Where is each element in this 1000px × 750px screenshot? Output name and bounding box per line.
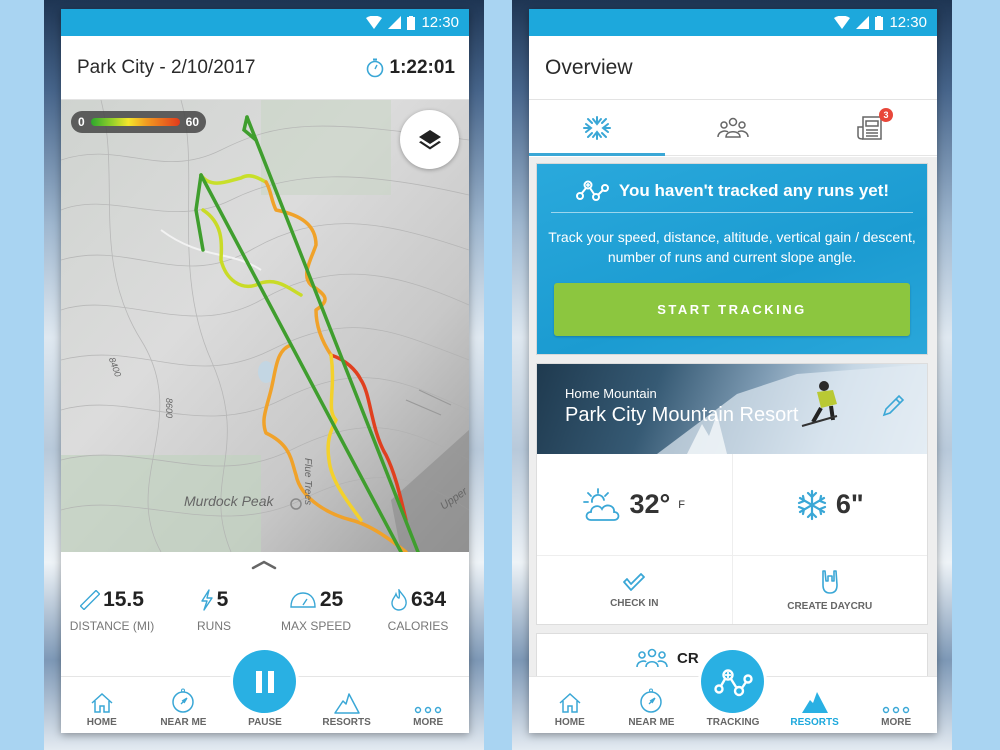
wifi-icon [366, 16, 383, 29]
signal-icon [856, 16, 870, 29]
tab-activity[interactable] [529, 100, 665, 156]
tracking-card-title: You haven't tracked any runs yet! [618, 181, 890, 200]
partly-sunny-icon [583, 487, 620, 521]
rock-hand-icon [821, 569, 838, 594]
stat-value: 25 [319, 588, 344, 611]
map-label-peak: Murdock Peak [184, 493, 274, 509]
home-mountain-name: Park City Mountain Resort [565, 404, 799, 426]
status-bar: 12:30 [529, 9, 937, 36]
overview-screen: 12:30 Overview 3 You haven't tracked any… [529, 9, 937, 733]
mountain-actions: CHECK IN CREATE DAYCRU [537, 556, 927, 624]
cru-card-label: CR [677, 649, 699, 667]
divider [551, 212, 913, 213]
temperature-value: 32° [629, 489, 671, 519]
tracking-card-description: Track your speed, distance, altitude, ve… [548, 229, 916, 265]
battery-icon [407, 15, 416, 30]
pause-button[interactable] [233, 650, 296, 713]
status-time: 12:30 [889, 14, 927, 31]
tracking-label: TRACKING [706, 717, 760, 728]
compass-icon [640, 688, 663, 713]
pencil-icon[interactable] [881, 394, 905, 418]
flame-icon [391, 589, 407, 611]
stat-value: 634 [410, 588, 447, 611]
pause-icon [255, 670, 274, 693]
stopwatch-icon [366, 58, 383, 77]
tab-friends[interactable] [665, 100, 801, 155]
snowfall: 6" [731, 454, 928, 555]
tracking-screen: 12:30 Park City - 2/10/2017 1:22:01 0 60… [61, 9, 469, 733]
group-icon [717, 117, 749, 138]
elapsed-time: 1:22:01 [389, 56, 456, 78]
wooded-area [261, 100, 391, 195]
weather-row: 32° F 6" [537, 454, 927, 556]
legend-gradient [90, 118, 180, 126]
map-label-contour: 8600 [164, 397, 175, 419]
home-mountain-label: Home Mountain [565, 386, 657, 401]
newspaper-icon [857, 115, 882, 140]
stat-label: CALORIES [387, 619, 449, 633]
compass-icon [172, 688, 195, 713]
run-map[interactable]: 0 60 Murdock Peak Flue Trees Upper 8400 … [61, 100, 469, 552]
stat-label: DISTANCE (MI) [69, 619, 155, 633]
stat-max-speed: 25 MAX SPEED [265, 588, 367, 633]
stat-calories: 634 CALORIES [367, 588, 469, 633]
wifi-icon [834, 16, 851, 29]
tracking-button[interactable] [701, 650, 764, 713]
map-label-trail: Flue Trees [302, 458, 313, 506]
home-icon [91, 692, 113, 713]
status-bar: 12:30 [61, 9, 469, 36]
page-title: Overview [545, 55, 633, 79]
stat-value: 15.5 [103, 588, 144, 611]
session-header: Park City - 2/10/2017 1:22:01 [61, 36, 469, 100]
tracking-icon [575, 180, 609, 201]
snowfall-value: 6" [835, 489, 864, 519]
snowflake-burst-icon [583, 115, 611, 140]
overview-tabs: 3 [529, 100, 937, 156]
chevron-up-icon[interactable] [251, 560, 277, 570]
tracking-card: You haven't tracked any runs yet! Track … [536, 163, 928, 355]
session-title: Park City - 2/10/2017 [77, 56, 256, 78]
home-icon [559, 692, 581, 713]
start-tracking-button[interactable]: START TRACKING [554, 283, 910, 336]
snowflake-icon [797, 489, 826, 520]
create-daycru-button[interactable]: CREATE DAYCRU [731, 556, 928, 624]
layers-icon [418, 129, 441, 149]
status-time: 12:30 [421, 14, 459, 31]
overview-content: You haven't tracked any runs yet! Track … [529, 157, 937, 683]
ruler-icon [80, 590, 101, 610]
session-timer: 1:22:01 [366, 56, 456, 79]
overview-header: Overview [529, 36, 937, 100]
stat-label: MAX SPEED [280, 619, 352, 633]
signal-icon [388, 16, 402, 29]
tracking-icon [713, 668, 753, 696]
map-terrain [61, 100, 469, 552]
legend-min: 0 [78, 115, 85, 129]
temperature: 32° F [537, 454, 732, 555]
group-icon [636, 648, 668, 668]
checkmark-icon [623, 572, 646, 591]
temperature-unit: F [678, 498, 686, 511]
tab-news[interactable]: 3 [801, 100, 937, 155]
pause-label: PAUSE [248, 717, 282, 728]
speed-legend: 0 60 [71, 111, 206, 133]
stats-row: 15.5 DISTANCE (MI) 5 RUNS 25 MAX SPEED 6… [61, 588, 469, 633]
mountain-hero-image[interactable]: Home Mountain Park City Mountain Resort [537, 364, 927, 454]
layers-button[interactable] [400, 110, 459, 169]
stat-distance: 15.5 DISTANCE (MI) [61, 588, 163, 633]
more-icon [882, 706, 910, 714]
battery-icon [875, 15, 884, 30]
home-mountain-card: Home Mountain Park City Mountain Resort … [536, 363, 928, 625]
more-icon [414, 706, 442, 714]
check-in-button[interactable]: CHECK IN [537, 556, 732, 624]
lightning-icon [200, 589, 213, 611]
legend-max: 60 [185, 115, 199, 129]
mountain-icon [801, 692, 828, 713]
news-badge: 3 [879, 108, 893, 122]
speedometer-icon [290, 592, 316, 608]
stat-runs: 5 RUNS [163, 588, 265, 633]
stat-value: 5 [216, 588, 229, 611]
mountain-icon [333, 693, 360, 714]
stat-label: RUNS [196, 619, 231, 633]
